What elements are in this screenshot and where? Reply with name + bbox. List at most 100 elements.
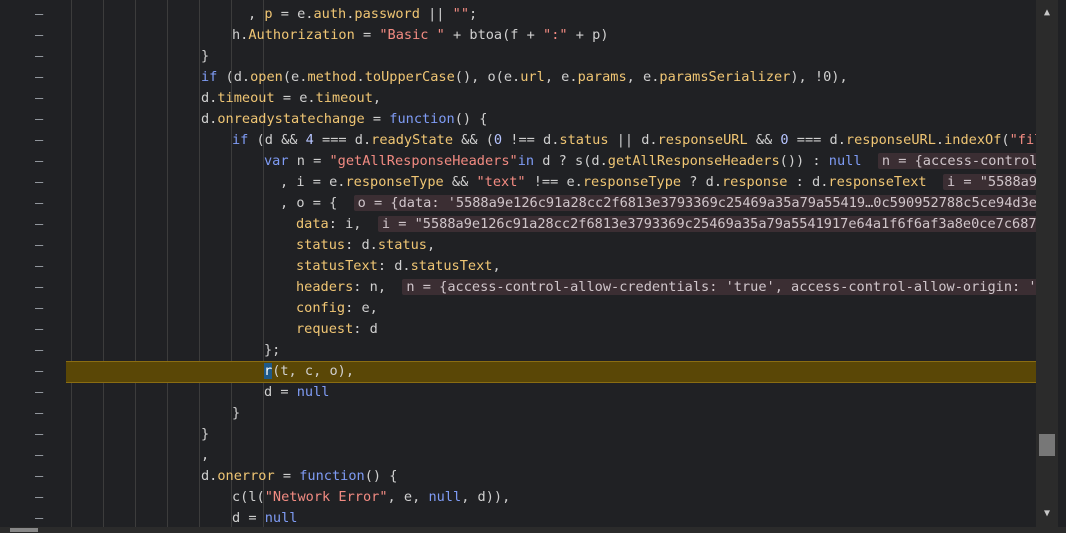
code-line[interactable]: –} bbox=[0, 403, 1036, 424]
code-line[interactable]: – var n = "getAllResponseHeaders"in d ? s… bbox=[0, 151, 1036, 172]
inline-value-preview[interactable]: o = {data: '5588a9e126c91a28cc2f6813e379… bbox=[353, 195, 1036, 211]
code-line[interactable]: – c(l("Network Error", e, null, d)), bbox=[0, 487, 1036, 508]
inline-value-preview[interactable]: i = "5588a9e1 bbox=[943, 174, 1036, 190]
scrollbar-thumb[interactable] bbox=[1039, 434, 1055, 456]
breakpoint-marker[interactable]: – bbox=[35, 4, 43, 25]
breakpoint-marker[interactable]: – bbox=[35, 424, 43, 445]
code-token: d = bbox=[264, 384, 297, 400]
breakpoint-marker[interactable]: – bbox=[35, 130, 43, 151]
breakpoint-marker[interactable]: – bbox=[35, 235, 43, 256]
code-line[interactable]: – request: d bbox=[0, 319, 1036, 340]
code-line[interactable]: – , p = e.auth.password || ""; bbox=[0, 4, 1036, 25]
code-token: 4 bbox=[305, 132, 314, 148]
breakpoint-marker[interactable]: – bbox=[35, 277, 43, 298]
code-text: var n = "getAllResponseHeaders"in d ? s(… bbox=[264, 151, 1036, 172]
code-token: = bbox=[364, 111, 390, 127]
code-token: "getAllResponseHeaders" bbox=[329, 153, 518, 169]
breakpoint-marker[interactable]: – bbox=[35, 256, 43, 277]
code-line[interactable]: – h.Authorization = "Basic " + btoa(f + "… bbox=[0, 25, 1036, 46]
code-line[interactable]: – data: i, i = "5588a9e126c91a28cc2f6813e… bbox=[0, 214, 1036, 235]
breakpoint-marker[interactable]: – bbox=[35, 319, 43, 340]
code-token: = bbox=[354, 27, 380, 43]
code-line[interactable]: – if (d.open(e.method.toUpperCase(), o(e.… bbox=[0, 67, 1036, 88]
code-line[interactable]: – d.timeout = e.timeout, bbox=[0, 88, 1036, 109]
code-token: : e, bbox=[345, 300, 378, 316]
code-token: : d. bbox=[787, 174, 829, 190]
code-token: if bbox=[232, 132, 249, 148]
breakpoint-marker[interactable]: – bbox=[35, 46, 43, 67]
code-token: in bbox=[517, 153, 535, 169]
code-line[interactable]: – d.onerror = function() { bbox=[0, 466, 1036, 487]
breakpoint-marker[interactable]: – bbox=[35, 508, 43, 527]
code-token: 0 bbox=[493, 132, 503, 148]
code-token: statusText bbox=[410, 258, 493, 274]
code-token: (), o(e. bbox=[454, 69, 521, 85]
code-token: 0 bbox=[780, 132, 789, 148]
code-token: responseText bbox=[828, 174, 927, 190]
code-token: } bbox=[201, 426, 210, 442]
breakpoint-marker[interactable]: – bbox=[35, 67, 43, 88]
code-text: } bbox=[232, 403, 240, 424]
code-line[interactable]: – d = null bbox=[0, 508, 1036, 527]
horizontal-scrollbar-thumb[interactable] bbox=[10, 528, 38, 532]
code-token: : d bbox=[353, 321, 378, 337]
code-token: : d. bbox=[345, 237, 378, 253]
inline-value-preview[interactable]: i = "5588a9e126c91a28cc2f6813e3793369c25… bbox=[377, 216, 1036, 232]
code-line[interactable]: – statusText: d.statusText, bbox=[0, 256, 1036, 277]
breakpoint-marker[interactable]: – bbox=[35, 25, 43, 46]
horizontal-scrollbar[interactable] bbox=[0, 527, 1066, 533]
breakpoint-marker[interactable]: – bbox=[35, 88, 43, 109]
vertical-scrollbar[interactable]: ▲ ▼ bbox=[1036, 0, 1058, 527]
scroll-up-arrow-icon[interactable]: ▲ bbox=[1040, 6, 1054, 20]
code-line[interactable]: – config: e, bbox=[0, 298, 1036, 319]
breakpoint-marker[interactable]: – bbox=[35, 487, 43, 508]
cursor-token: r bbox=[264, 363, 273, 379]
code-line[interactable]: – if (d && 4 === d.readyState && (0 !== d… bbox=[0, 130, 1036, 151]
code-token: params bbox=[577, 69, 627, 85]
code-token: timeout bbox=[217, 90, 275, 106]
code-line[interactable]: – d.onreadystatechange = function() { bbox=[0, 109, 1036, 130]
breakpoint-marker[interactable]: – bbox=[35, 445, 43, 466]
code-line[interactable]: –, i = e.responseType && "text" !== e.re… bbox=[0, 172, 1036, 193]
code-editor[interactable]: –, p = e.auth.password || ""; – h.Authoriz… bbox=[0, 0, 1036, 527]
breakpoint-marker[interactable]: – bbox=[35, 361, 43, 382]
breakpoint-marker[interactable]: – bbox=[35, 109, 43, 130]
inline-value-preview[interactable]: n = {access-control-a bbox=[877, 153, 1036, 169]
breakpoint-marker[interactable]: – bbox=[35, 466, 43, 487]
code-token: ), !0), bbox=[790, 69, 848, 85]
code-token: auth bbox=[313, 6, 347, 22]
breakpoint-marker[interactable]: – bbox=[35, 214, 43, 235]
code-text: } bbox=[201, 46, 209, 67]
code-line[interactable]: –} bbox=[0, 424, 1036, 445]
breakpoint-marker[interactable]: – bbox=[35, 403, 43, 424]
paused-code-line[interactable]: – r(t, c, o), bbox=[0, 361, 1036, 383]
code-token: "file bbox=[1009, 132, 1036, 148]
right-edge bbox=[1058, 0, 1066, 533]
breakpoint-marker[interactable]: – bbox=[35, 298, 43, 319]
code-token: status bbox=[559, 132, 609, 148]
code-line[interactable]: – headers: n, n = {access-control-allow-c… bbox=[0, 277, 1036, 298]
breakpoint-marker[interactable]: – bbox=[35, 172, 43, 193]
code-line[interactable]: – status: d.status, bbox=[0, 235, 1036, 256]
code-token: , e. bbox=[544, 69, 578, 85]
code-token: , bbox=[372, 90, 382, 106]
code-token: open bbox=[250, 69, 283, 85]
code-line[interactable]: – d = null bbox=[0, 382, 1036, 403]
code-text: r(t, c, o), bbox=[264, 361, 354, 382]
code-token: response bbox=[722, 174, 788, 190]
breakpoint-marker[interactable]: – bbox=[35, 382, 43, 403]
code-token: request bbox=[296, 321, 354, 337]
breakpoint-marker[interactable]: – bbox=[35, 193, 43, 214]
code-line[interactable]: –} bbox=[0, 46, 1036, 67]
scroll-down-arrow-icon[interactable]: ▼ bbox=[1040, 507, 1054, 521]
code-line[interactable]: –}; bbox=[0, 340, 1036, 361]
breakpoint-marker[interactable]: – bbox=[35, 151, 43, 172]
code-text: } bbox=[201, 424, 209, 445]
breakpoint-marker[interactable]: – bbox=[35, 340, 43, 361]
inline-value-preview[interactable]: n = {access-control-allow-credentials: '… bbox=[402, 279, 1036, 295]
code-token: n = bbox=[288, 153, 330, 169]
code-token: "" bbox=[452, 6, 470, 22]
code-line[interactable]: –, bbox=[0, 445, 1036, 466]
code-token: indexOf bbox=[944, 132, 1002, 148]
code-line[interactable]: – , o = { o = {data: '5588a9e126c91a28cc2… bbox=[0, 193, 1036, 214]
